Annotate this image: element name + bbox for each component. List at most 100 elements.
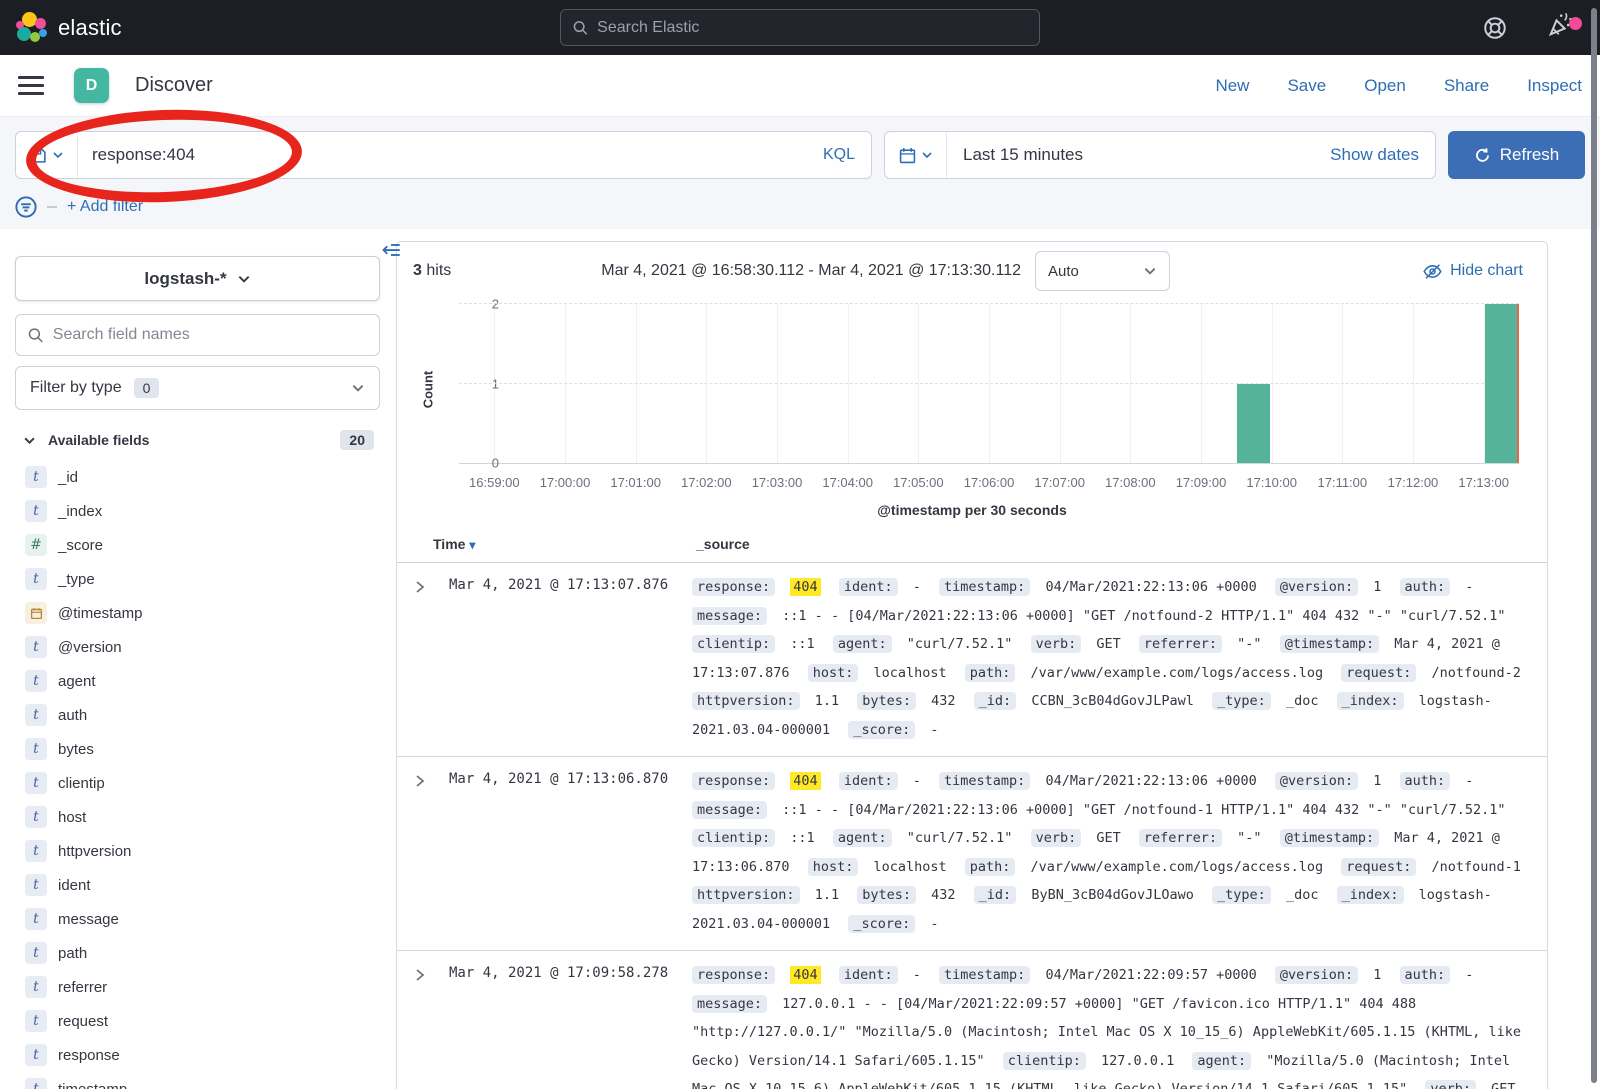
interval-select[interactable]: Auto xyxy=(1035,251,1170,291)
new-button[interactable]: New xyxy=(1215,76,1249,96)
field-name: @version xyxy=(58,639,122,656)
x-gridline xyxy=(1130,304,1131,463)
field-name: message xyxy=(58,911,119,928)
field-item-bytes[interactable]: tbytes xyxy=(15,732,380,766)
x-tick-label: 17:11:00 xyxy=(1318,475,1368,490)
column-source: _source xyxy=(696,536,750,552)
y-gridline xyxy=(459,383,1519,384)
field-item-referrer[interactable]: treferrer xyxy=(15,970,380,1004)
saved-query-menu-button[interactable] xyxy=(16,132,78,178)
column-time[interactable]: Time ▾ xyxy=(433,536,696,552)
news-feed-button[interactable] xyxy=(1546,11,1574,44)
field-key-badge: @version: xyxy=(1275,966,1358,984)
field-item-version[interactable]: t@version xyxy=(15,630,380,664)
expand-row-icon xyxy=(413,774,427,788)
field-item-id[interactable]: t_id xyxy=(15,460,380,494)
save-button[interactable]: Save xyxy=(1287,76,1326,96)
brand-name: elastic xyxy=(58,15,122,41)
field-search[interactable] xyxy=(15,314,380,356)
field-item-type[interactable]: t_type xyxy=(15,562,380,596)
field-item-index[interactable]: t_index xyxy=(15,494,380,528)
global-search-input[interactable] xyxy=(597,19,1027,37)
hide-chart-button[interactable]: Hide chart xyxy=(1423,262,1531,281)
discover-app-icon[interactable]: D xyxy=(74,68,109,103)
field-item-clientip[interactable]: tclientip xyxy=(15,766,380,800)
field-key-badge: message: xyxy=(692,607,767,625)
expand-row-button[interactable] xyxy=(413,961,433,1089)
field-value: "-" xyxy=(1237,636,1261,652)
field-item-response[interactable]: tresponse xyxy=(15,1038,380,1072)
document-row: Mar 4, 2021 @ 17:09:58.278response: 404 … xyxy=(397,951,1547,1089)
field-key-badge: _score: xyxy=(848,915,915,933)
field-key-badge: auth: xyxy=(1400,966,1451,984)
help-icon[interactable] xyxy=(1482,15,1508,41)
field-item-ident[interactable]: tident xyxy=(15,868,380,902)
hits-header: 3 hits Mar 4, 2021 @ 16:58:30.112 - Mar … xyxy=(397,242,1547,294)
chevron-down-icon xyxy=(23,434,36,447)
x-gridline xyxy=(1201,304,1202,463)
histogram-bar[interactable] xyxy=(1237,384,1270,464)
field-key-badge: clientip: xyxy=(1003,1052,1086,1070)
field-item-timestamp[interactable]: ttimestamp xyxy=(15,1072,380,1089)
expand-row-button[interactable] xyxy=(413,767,433,938)
window-scrollbar[interactable] xyxy=(1591,8,1597,1083)
refresh-button[interactable]: Refresh xyxy=(1448,131,1585,179)
field-item-httpversion[interactable]: thttpversion xyxy=(15,834,380,868)
plot-area[interactable]: 012 xyxy=(459,304,1519,464)
field-key-badge: httpversion: xyxy=(692,886,800,904)
field-key-badge: clientip: xyxy=(692,635,775,653)
chevron-down-icon xyxy=(237,272,251,286)
filter-icon[interactable] xyxy=(15,196,37,218)
field-item-message[interactable]: tmessage xyxy=(15,902,380,936)
add-filter-button[interactable]: + Add filter xyxy=(67,198,143,216)
field-name: referrer xyxy=(58,979,107,996)
notification-dot xyxy=(1569,17,1582,30)
menu-icon[interactable] xyxy=(18,76,44,95)
field-key-badge: ident: xyxy=(839,772,898,790)
elastic-brand[interactable]: elastic xyxy=(16,12,122,44)
highlighted-value: 404 xyxy=(790,578,820,596)
global-search[interactable] xyxy=(560,9,1040,46)
field-key-badge: path: xyxy=(965,664,1016,682)
query-text-wrap xyxy=(78,132,807,178)
open-button[interactable]: Open xyxy=(1364,76,1406,96)
show-dates-button[interactable]: Show dates xyxy=(1330,132,1435,178)
field-key-badge: path: xyxy=(965,858,1016,876)
field-name: clientip xyxy=(58,775,105,792)
index-pattern-switcher[interactable]: logstash-* xyxy=(15,256,380,301)
field-name: host xyxy=(58,809,86,826)
field-value: - xyxy=(1465,773,1473,789)
sort-desc-icon[interactable]: ▾ xyxy=(469,538,475,552)
field-item-host[interactable]: thost xyxy=(15,800,380,834)
field-key-badge: auth: xyxy=(1400,578,1451,596)
expand-row-button[interactable] xyxy=(413,573,433,744)
field-item-auth[interactable]: tauth xyxy=(15,698,380,732)
query-language-button[interactable]: KQL xyxy=(807,132,871,178)
field-key-badge: @version: xyxy=(1275,772,1358,790)
field-item-agent[interactable]: tagent xyxy=(15,664,380,698)
field-item-path[interactable]: tpath xyxy=(15,936,380,970)
field-key-badge: timestamp: xyxy=(939,966,1030,984)
field-search-input[interactable] xyxy=(53,326,367,344)
field-value: ::1 xyxy=(790,636,814,652)
field-key-badge: message: xyxy=(692,801,767,819)
row-timestamp: Mar 4, 2021 @ 17:13:06.870 xyxy=(449,767,692,938)
query-input[interactable] xyxy=(92,145,807,165)
field-value: GET xyxy=(1096,636,1120,652)
available-fields-header[interactable]: Available fields 20 xyxy=(15,430,380,450)
field-key-badge: request: xyxy=(1341,858,1416,876)
inspect-button[interactable]: Inspect xyxy=(1527,76,1582,96)
histogram-chart[interactable]: Count 012 @timestamp per 30 seconds 16:5… xyxy=(413,296,1531,518)
field-item-request[interactable]: trequest xyxy=(15,1004,380,1038)
time-range-value[interactable]: Last 15 minutes xyxy=(947,132,1330,178)
histogram-bar[interactable] xyxy=(1485,304,1518,463)
share-button[interactable]: Share xyxy=(1444,76,1489,96)
field-key-badge: _index: xyxy=(1337,692,1404,710)
collapse-sidebar-icon[interactable] xyxy=(381,240,401,260)
query-input-group: KQL xyxy=(15,131,872,179)
field-item-score[interactable]: #_score xyxy=(15,528,380,562)
date-quick-select-button[interactable] xyxy=(885,132,947,178)
filter-by-type-dropdown[interactable]: Filter by type 0 xyxy=(15,366,380,410)
field-item-timestamp[interactable]: @timestamp xyxy=(15,596,380,630)
eye-closed-icon xyxy=(1423,262,1442,281)
